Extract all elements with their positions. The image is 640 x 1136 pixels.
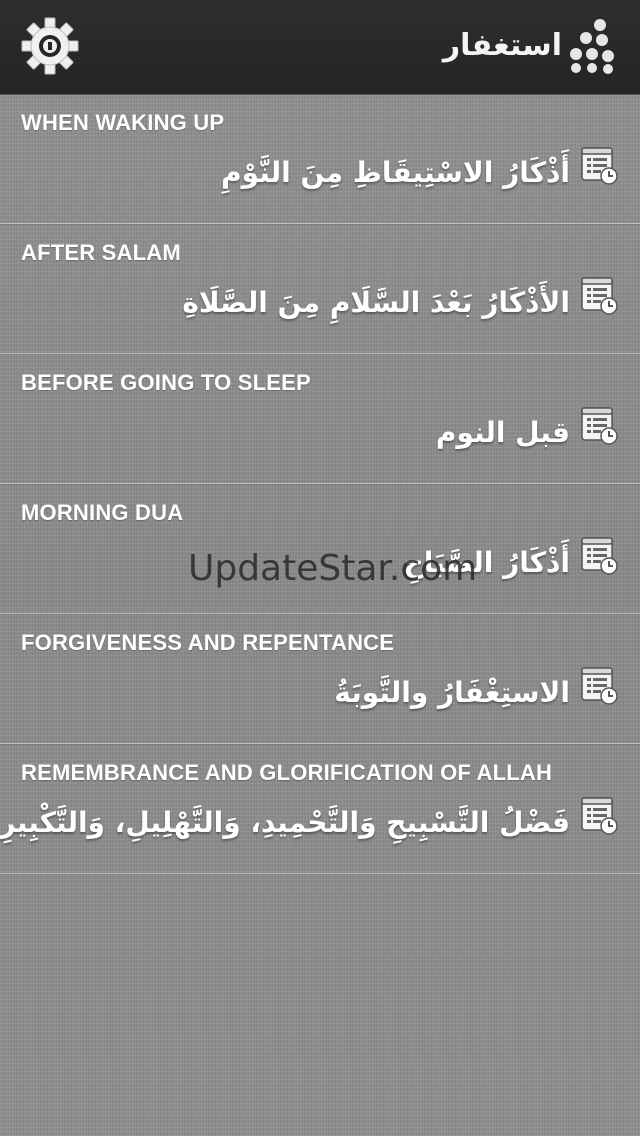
- dots-logo-icon: [570, 19, 614, 74]
- list-clock-icon: [580, 406, 620, 446]
- item-english-title: BEFORE GOING TO SLEEP: [21, 370, 311, 395]
- item-english-title: AFTER SALAM: [21, 240, 181, 265]
- list-item-forgiveness-and-repentance[interactable]: FORGIVENESS AND REPENTANCE الاستِغْفَارُ…: [0, 614, 640, 744]
- watermark-text: UpdateStar.com: [188, 548, 478, 589]
- list-item-remembrance-and-glorification[interactable]: REMEMBRANCE AND GLORIFICATION OF ALLAH ف…: [0, 744, 640, 874]
- list-item-before-going-to-sleep[interactable]: BEFORE GOING TO SLEEP قبل النوم: [0, 354, 640, 484]
- list-item-when-waking-up[interactable]: WHEN WAKING UP أَذْكَارُ الاسْتِيقَاظِ م…: [0, 94, 640, 224]
- item-arabic-title: الأَذْكَارُ بَعْدَ السَّلَامِ مِنَ الصَّ…: [182, 286, 570, 319]
- list-clock-icon: [580, 276, 620, 316]
- app-title: استغفار: [442, 28, 562, 63]
- settings-button[interactable]: [20, 16, 80, 76]
- item-arabic-title: قبل النوم: [435, 416, 570, 449]
- item-english-title: REMEMBRANCE AND GLORIFICATION OF ALLAH: [21, 760, 553, 785]
- item-english-title: FORGIVENESS AND REPENTANCE: [21, 630, 395, 655]
- gear-icon: [21, 17, 79, 75]
- list-clock-icon: [580, 536, 620, 576]
- item-arabic-title: فَضْلُ التَّسْبِيحِ وَالتَّحْمِيدِ، وَال…: [0, 806, 570, 839]
- dua-category-list: WHEN WAKING UP أَذْكَارُ الاسْتِيقَاظِ م…: [0, 94, 640, 874]
- list-clock-icon: [580, 796, 620, 836]
- list-clock-icon: [580, 146, 620, 186]
- item-arabic-title: أَذْكَارُ الاسْتِيقَاظِ مِنَ النَّوْمِ: [221, 156, 570, 189]
- item-english-title: MORNING DUA: [21, 500, 184, 525]
- app-header: استغفار: [0, 0, 640, 94]
- list-clock-icon: [580, 666, 620, 706]
- list-item-after-salam[interactable]: AFTER SALAM الأَذْكَارُ بَعْدَ السَّلَام…: [0, 224, 640, 354]
- item-english-title: WHEN WAKING UP: [21, 110, 225, 135]
- item-arabic-title: الاستِغْفَارُ والتَّوبَةُ: [334, 676, 570, 709]
